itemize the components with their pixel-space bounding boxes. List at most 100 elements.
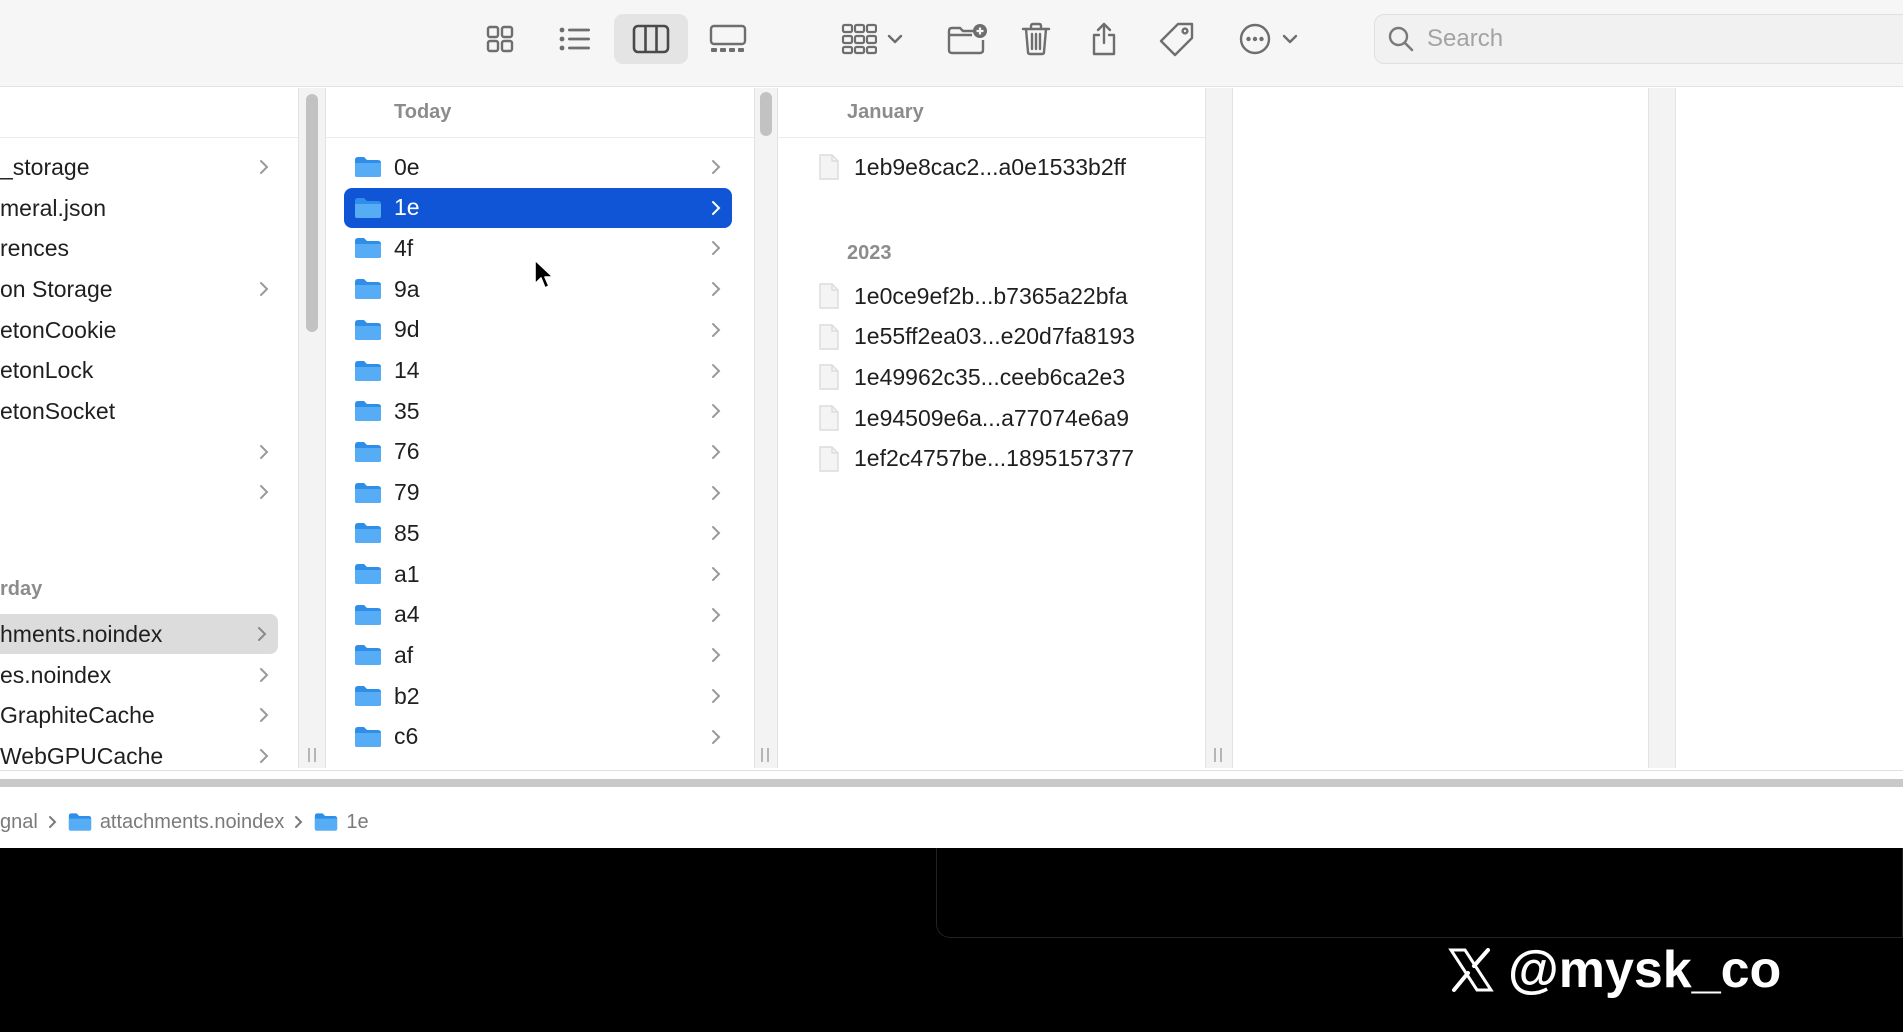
folder-icon	[355, 441, 381, 462]
tag-icon	[1159, 22, 1194, 57]
item-label: es.noindex	[0, 661, 112, 688]
folder-label: 35	[394, 397, 420, 424]
list-item[interactable]: on Storage	[0, 269, 280, 309]
folder-label: a4	[394, 601, 420, 628]
column-files[interactable]: January 1eb9e8cac2...a0e1533b2ff 1e0ce9ef…	[778, 88, 1205, 768]
column-header	[0, 88, 298, 138]
breadcrumb-item[interactable]: 1e	[314, 811, 369, 834]
chevron-right-icon	[712, 729, 721, 744]
chevron-right-icon	[260, 445, 269, 459]
column-resize-handle[interactable]	[308, 748, 316, 762]
folder-row[interactable]: b2	[344, 676, 732, 716]
tag-button[interactable]	[1154, 14, 1200, 64]
scrollbar-thumb[interactable]	[306, 94, 318, 332]
list-item[interactable]: etonCookie	[0, 310, 280, 350]
folder-icon	[355, 482, 381, 503]
file-icon	[819, 283, 839, 309]
chevron-right-icon	[260, 160, 269, 174]
list-view-button[interactable]	[548, 14, 602, 64]
more-button[interactable]	[1232, 14, 1304, 64]
chevron-right-icon	[260, 708, 269, 722]
file-row[interactable]: 1eb9e8cac2...a0e1533b2ff	[808, 147, 1188, 187]
list-item[interactable]: es.noindex	[0, 655, 280, 695]
chevron-right-icon	[295, 816, 303, 828]
list-item[interactable]: meral.json	[0, 188, 280, 228]
new-folder-button[interactable]	[942, 14, 992, 64]
list-item[interactable]: WebGPUCache	[0, 736, 280, 768]
file-label: 1e49962c35...ceeb6ca2e3	[854, 363, 1126, 390]
search-input[interactable]	[1427, 25, 1807, 53]
breadcrumb-label: attachments.noindex	[99, 810, 285, 833]
folder-row-selected[interactable]: 1e	[344, 187, 732, 228]
share-icon	[1092, 22, 1116, 56]
folder-label: 9a	[394, 275, 420, 302]
column-divider[interactable]	[298, 88, 326, 768]
folder-row[interactable]: 14	[344, 351, 732, 391]
list-item[interactable]: etonLock	[0, 350, 280, 390]
file-row[interactable]: 1ef2c4757be...1895157377	[808, 439, 1188, 479]
folder-row[interactable]: 35	[344, 391, 732, 431]
folder-icon	[355, 604, 381, 625]
toolbar	[0, 0, 1903, 87]
folder-row[interactable]: a1	[344, 554, 732, 594]
group-button[interactable]	[834, 14, 910, 64]
list-item[interactable]	[0, 432, 280, 472]
chevron-right-icon	[712, 160, 721, 174]
horizontal-scrollbar[interactable]	[0, 770, 1903, 796]
column-divider[interactable]	[1648, 88, 1676, 768]
chevron-right-icon	[48, 816, 57, 828]
file-row[interactable]: 1e0ce9ef2b...b7365a22bfa	[808, 276, 1188, 316]
file-row[interactable]: 1e94509e6a...a77074e6a9	[808, 398, 1188, 438]
column-resize-handle[interactable]	[1214, 748, 1222, 762]
chevron-right-icon	[712, 607, 721, 622]
folder-icon	[355, 279, 381, 300]
trash-button[interactable]	[1014, 14, 1058, 64]
file-row[interactable]: 1e49962c35...ceeb6ca2e3	[808, 357, 1188, 397]
column-divider[interactable]	[754, 88, 778, 768]
list-item[interactable]: rences	[0, 228, 280, 268]
mouse-cursor-icon	[534, 259, 554, 289]
column-view-button[interactable]	[614, 14, 688, 64]
list-item[interactable]	[0, 472, 280, 512]
scrollbar-thumb[interactable]	[760, 92, 772, 136]
folder-label: a1	[394, 560, 420, 587]
folder-row[interactable]: 9d	[344, 310, 732, 350]
folder-label: 85	[394, 519, 420, 546]
search-field[interactable]	[1374, 14, 1903, 64]
scrollbar-track[interactable]	[0, 779, 1903, 787]
folder-row[interactable]: 76	[344, 432, 732, 472]
item-label: etonCookie	[0, 316, 117, 343]
column-parent[interactable]: _storage meral.json rences on Storage et…	[0, 88, 298, 768]
column-empty[interactable]	[1676, 88, 1903, 768]
file-row[interactable]: 1e55ff2ea03...e20d7fa8193	[808, 317, 1188, 357]
folder-row[interactable]: 85	[344, 513, 732, 553]
icon-view-button[interactable]	[474, 14, 526, 64]
folder-label: 1e	[394, 194, 420, 221]
folder-row[interactable]: c6	[344, 717, 732, 757]
folder-label: 0e	[394, 153, 420, 180]
list-item[interactable]: etonSocket	[0, 391, 280, 431]
breadcrumb-label: gnal	[0, 810, 38, 833]
item-label: _storage	[0, 153, 90, 180]
breadcrumb-item[interactable]: gnal	[0, 811, 38, 834]
list-item[interactable]: GraphiteCache	[0, 695, 280, 735]
list-item-highlighted[interactable]: hments.noindex	[0, 614, 278, 654]
folder-row[interactable]: 79	[344, 473, 732, 513]
folder-icon	[355, 401, 381, 422]
share-button[interactable]	[1082, 14, 1126, 64]
folder-label: 4f	[394, 234, 414, 261]
breadcrumb-item[interactable]: attachments.noindex	[68, 810, 285, 834]
file-label: 1eb9e8cac2...a0e1533b2ff	[854, 153, 1126, 180]
column-empty[interactable]	[1233, 88, 1648, 768]
folder-row[interactable]: af	[344, 635, 732, 675]
folder-icon	[68, 813, 91, 831]
column-divider[interactable]	[1205, 88, 1233, 768]
gallery-view-button[interactable]	[702, 14, 754, 64]
folder-row[interactable]: 0e	[344, 147, 732, 187]
item-label: GraphiteCache	[0, 701, 155, 728]
column-folders[interactable]: Today 0e 1e 4f 9a 9d 14 35 76 79 85 a1 a4 af b2 c6	[326, 88, 754, 768]
folder-row[interactable]: a4	[344, 595, 732, 635]
column-resize-handle[interactable]	[761, 748, 769, 762]
list-item[interactable]: _storage	[0, 147, 280, 187]
folder-label: b2	[394, 682, 420, 709]
